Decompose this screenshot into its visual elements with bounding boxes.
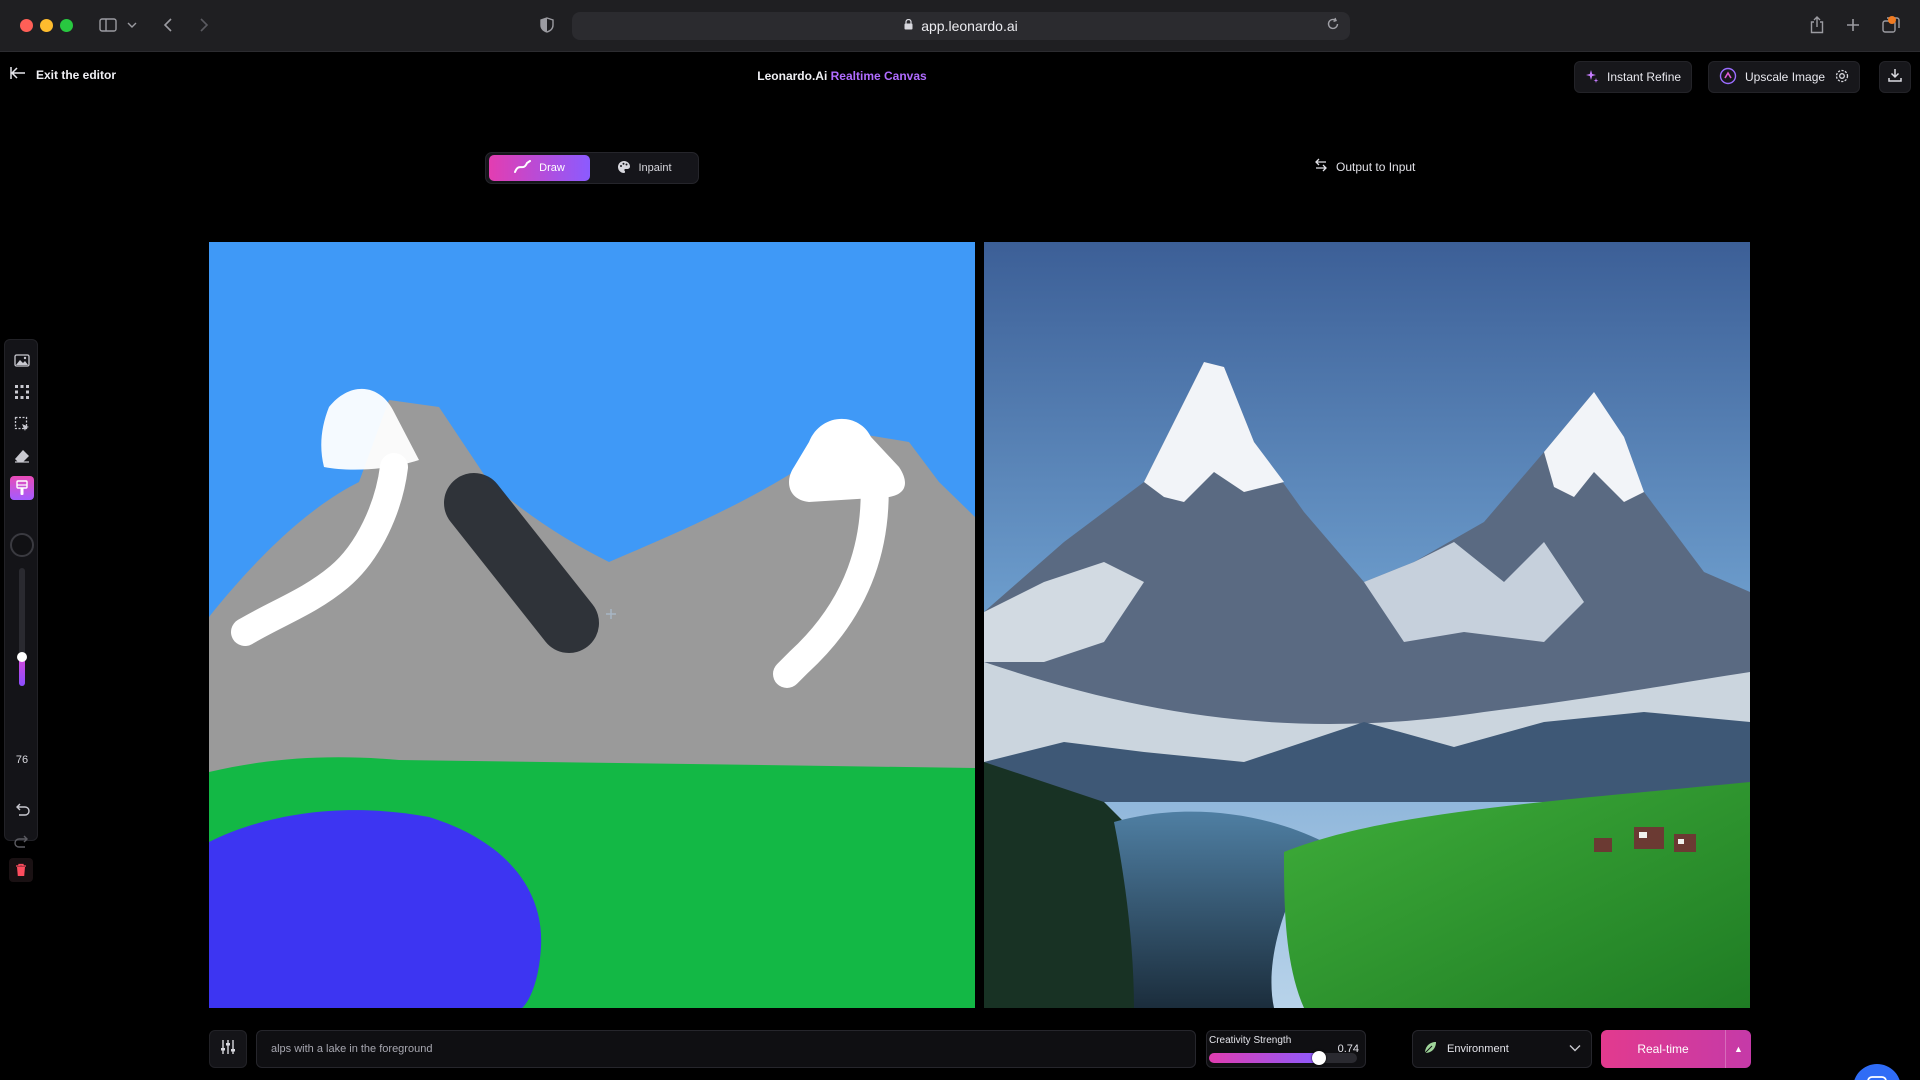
chevron-down-icon[interactable] xyxy=(125,14,139,36)
output-to-input-label: Output to Input xyxy=(1336,159,1416,174)
tab-draw-label: Draw xyxy=(539,162,565,174)
tab-inpaint-label: Inpaint xyxy=(638,162,672,174)
new-tab-icon[interactable] xyxy=(1843,14,1863,36)
realtime-generate-button[interactable]: Real-time ▲ xyxy=(1601,1030,1751,1068)
browser-toolbar: app.leonardo.ai xyxy=(0,0,1920,52)
brush-size-slider[interactable] xyxy=(17,568,27,686)
tab-inpaint[interactable]: Inpaint xyxy=(594,155,695,181)
brush-size-knob[interactable] xyxy=(17,651,27,662)
creativity-strength-fill xyxy=(1209,1053,1319,1063)
grid-select-icon[interactable] xyxy=(10,380,34,404)
address-bar[interactable]: app.leonardo.ai xyxy=(572,12,1350,40)
realtime-label: Real-time xyxy=(1637,1042,1689,1056)
page-title-accent: Realtime Canvas xyxy=(830,69,927,83)
redo-icon[interactable] xyxy=(10,830,34,854)
caret-up-icon[interactable]: ▲ xyxy=(1725,1030,1751,1068)
selection-icon[interactable] xyxy=(10,412,34,436)
palette-icon xyxy=(617,160,631,177)
sketch-drawing xyxy=(209,242,975,1008)
creativity-strength-knob[interactable] xyxy=(1311,1051,1326,1065)
drawing-toolbar: 76 xyxy=(4,339,38,848)
lock-icon xyxy=(904,17,913,35)
creativity-strength-label: Creativity Strength xyxy=(1209,1035,1292,1046)
image-upload-icon[interactable] xyxy=(10,348,34,372)
undo-icon[interactable] xyxy=(10,798,34,822)
chat-icon xyxy=(1866,1075,1888,1080)
upscale-image-button[interactable]: Upscale Image xyxy=(1708,61,1860,93)
sliders-icon xyxy=(220,1039,236,1060)
generated-landscape xyxy=(984,242,1750,1008)
back-arrow-icon[interactable] xyxy=(158,14,178,36)
reload-icon[interactable] xyxy=(1326,17,1340,36)
gear-icon[interactable] xyxy=(1835,69,1849,86)
swap-arrows-icon xyxy=(1314,158,1328,175)
shield-icon[interactable] xyxy=(537,14,557,36)
brush-color-swatch[interactable] xyxy=(10,533,34,557)
brush-size-value: 76 xyxy=(15,754,29,766)
instant-refine-label: Instant Refine xyxy=(1607,70,1682,84)
realtime-canvas-app: Exit the editor Leonardo.Ai Realtime Can… xyxy=(0,52,1920,1080)
trash-icon[interactable] xyxy=(9,858,33,882)
download-button[interactable] xyxy=(1879,61,1911,93)
forward-arrow-icon[interactable] xyxy=(194,14,214,36)
generated-image xyxy=(984,242,1750,1008)
brush-stroke-icon xyxy=(514,159,532,177)
download-icon xyxy=(1888,68,1902,87)
generation-settings-button[interactable] xyxy=(209,1030,247,1068)
url-text: app.leonardo.ai xyxy=(921,18,1018,34)
page-title: Leonardo.Ai Realtime Canvas xyxy=(0,69,1684,83)
creativity-strength-slider[interactable] xyxy=(1209,1051,1357,1065)
minimize-window-button[interactable] xyxy=(40,19,53,32)
sparkle-icon xyxy=(1585,69,1599,86)
eraser-icon[interactable] xyxy=(10,444,34,468)
mode-toggle: Draw Inpaint xyxy=(485,152,699,184)
close-window-button[interactable] xyxy=(20,19,33,32)
drawing-canvas[interactable] xyxy=(209,242,975,1008)
maximize-window-button[interactable] xyxy=(60,19,73,32)
prompt-input[interactable] xyxy=(256,1030,1196,1068)
output-to-input-button[interactable]: Output to Input xyxy=(1314,158,1415,175)
sidebar-toggle-icon[interactable] xyxy=(97,14,119,36)
leaf-icon xyxy=(1423,1041,1437,1058)
style-select[interactable]: Environment xyxy=(1412,1030,1592,1068)
page-title-main: Leonardo.Ai xyxy=(757,69,831,83)
style-select-value: Environment xyxy=(1447,1043,1509,1055)
share-icon[interactable] xyxy=(1806,14,1828,36)
brush-icon[interactable] xyxy=(10,476,34,500)
chevron-down-icon xyxy=(1569,1043,1581,1055)
creativity-strength-control: Creativity Strength 0.74 xyxy=(1206,1030,1366,1068)
notification-badge xyxy=(1888,16,1896,24)
upscale-icon xyxy=(1719,67,1737,88)
upscale-image-label: Upscale Image xyxy=(1745,70,1826,84)
instant-refine-button[interactable]: Instant Refine xyxy=(1574,61,1693,93)
tab-draw[interactable]: Draw xyxy=(489,155,590,181)
support-chat-button[interactable] xyxy=(1853,1064,1901,1080)
tab-overview-icon[interactable] xyxy=(1880,14,1902,36)
